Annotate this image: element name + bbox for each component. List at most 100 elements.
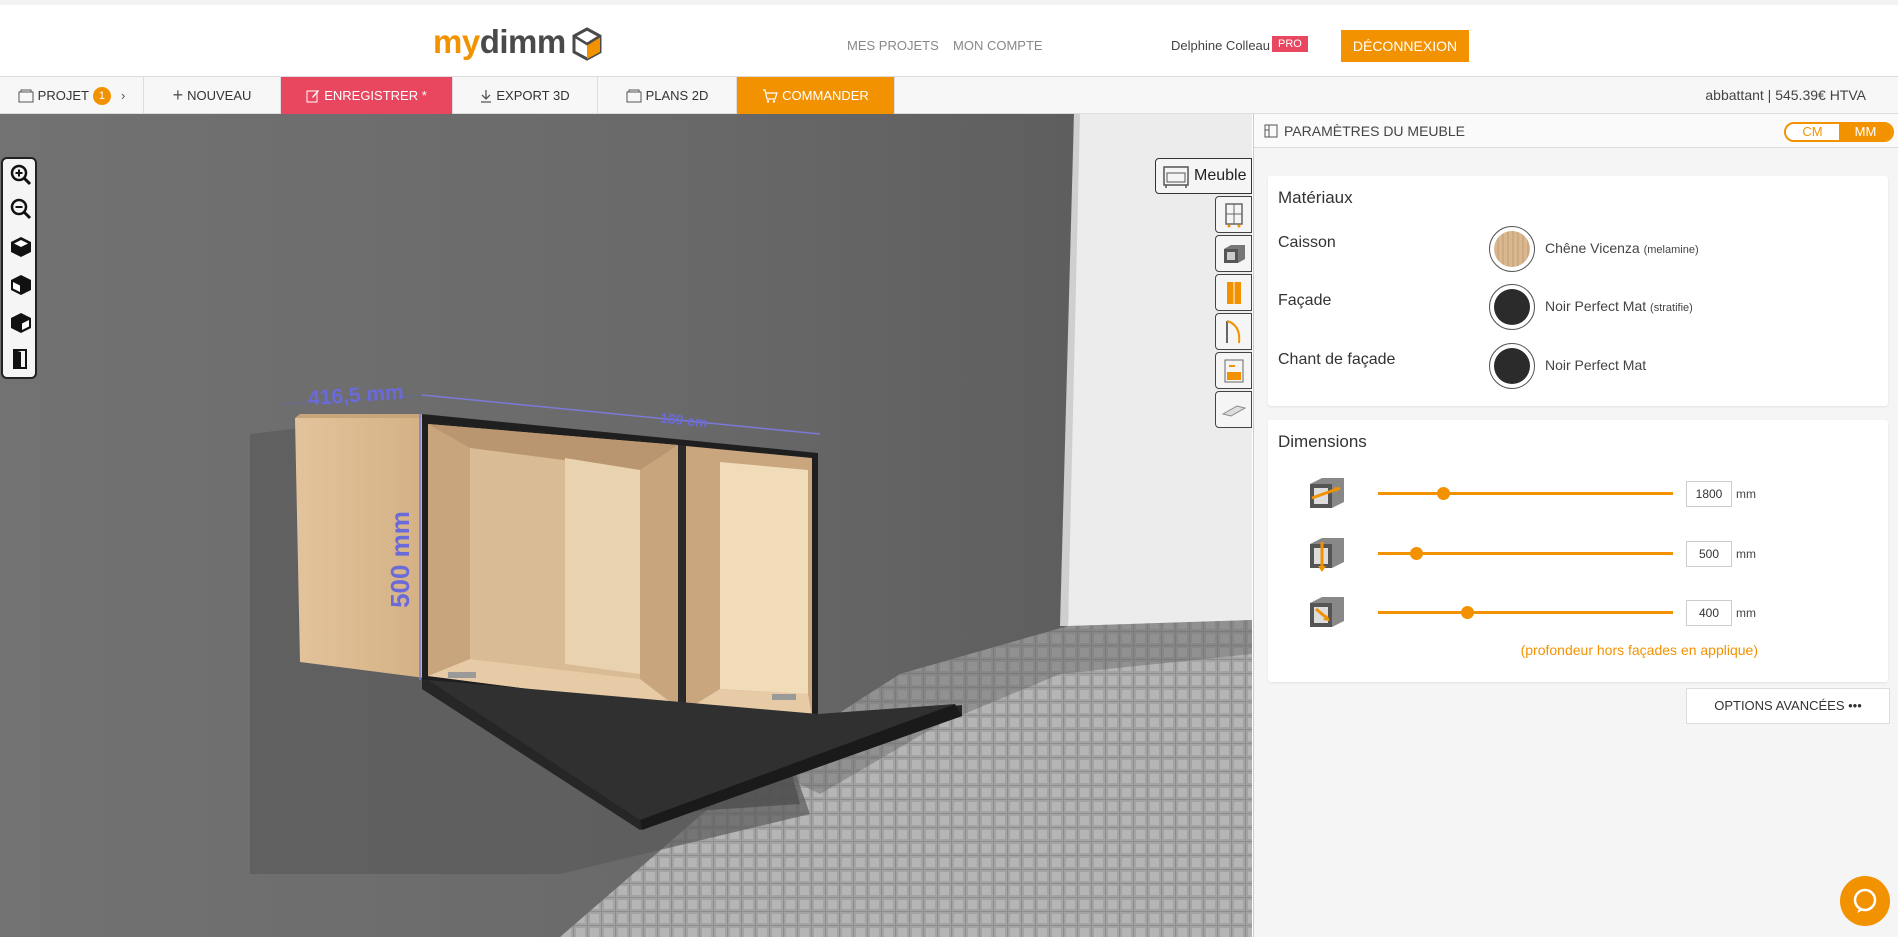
height-input[interactable]: 500: [1686, 541, 1732, 567]
materials-title: Matériaux: [1278, 188, 1353, 207]
dimension-row-depth: 400 mm: [1268, 589, 1888, 639]
chat-support-button[interactable]: [1840, 876, 1890, 926]
swatch-wood: [1494, 231, 1530, 267]
main-toolbar: PROJET 1 › + NOUVEAU ENREGISTRER * EXPOR…: [0, 77, 1898, 114]
zoom-in-button[interactable]: [9, 163, 33, 187]
cube-front-icon: [11, 237, 31, 257]
depth-input[interactable]: 400: [1686, 600, 1732, 626]
material-label: Chant de façade: [1278, 351, 1396, 368]
top-header: mydimm MES PROJETS MON COMPTE Delphine C…: [0, 0, 1898, 77]
cube-top-icon: [11, 275, 31, 295]
chat-icon: [1853, 888, 1877, 913]
furniture-icon: [1163, 166, 1189, 188]
view-front-button[interactable]: [9, 235, 33, 259]
mydimm-logo[interactable]: mydimm: [433, 23, 566, 61]
project-menu[interactable]: PROJET 1 ›: [0, 77, 144, 114]
depth-slider-knob[interactable]: [1460, 606, 1474, 619]
width-input[interactable]: 1800: [1686, 481, 1732, 507]
swatch-black: [1494, 348, 1530, 384]
project-icon: [18, 89, 34, 102]
new-button[interactable]: + NOUVEAU: [144, 77, 281, 114]
width-unit: mm: [1736, 487, 1756, 501]
structure-tool-button[interactable]: [1215, 196, 1252, 233]
panel-title-text: PARAMÈTRES DU MEUBLE: [1284, 123, 1465, 139]
depth-icon: [1310, 597, 1344, 627]
advanced-options-button[interactable]: OPTIONS AVANCÉES •••: [1686, 688, 1890, 724]
plans-2d-label: PLANS 2D: [645, 88, 709, 103]
chevron-right-icon: ›: [120, 88, 126, 103]
shelf-tool-button[interactable]: [1215, 391, 1252, 428]
material-name: Chêne Vicenza (melamine): [1545, 240, 1699, 256]
logout-button[interactable]: DÉCONNEXION: [1341, 30, 1469, 62]
user-name: Delphine Colleau: [1171, 38, 1271, 53]
price-summary: abbattant | 545.39€ HTVA: [1705, 87, 1866, 103]
material-row-chant[interactable]: Chant de façade Noir Perfect Mat: [1268, 343, 1888, 393]
save-label: ENREGISTRER *: [324, 88, 427, 103]
zoom-out-icon: [10, 198, 32, 220]
order-label: COMMANDER: [782, 88, 869, 103]
facade-icon: [1226, 281, 1241, 304]
height-unit: mm: [1736, 547, 1756, 561]
depth-unit: mm: [1736, 606, 1756, 620]
meuble-tab-label: Meuble: [1194, 167, 1247, 184]
view-side-button[interactable]: [9, 311, 33, 335]
caisson-tool-button[interactable]: [1215, 235, 1252, 272]
order-button[interactable]: COMMANDER: [737, 77, 895, 114]
my-projects-link[interactable]: MES PROJETS: [847, 38, 939, 53]
edit-icon: [306, 89, 320, 102]
settings-panel-icon: [1264, 124, 1278, 138]
download-icon: [481, 89, 492, 103]
width-slider[interactable]: [1378, 487, 1673, 500]
interior-icon: [1224, 359, 1243, 382]
depth-slider[interactable]: [1378, 606, 1673, 619]
materials-card: Matériaux Caisson Chêne Vicenza (melamin…: [1268, 176, 1888, 406]
unit-toggle[interactable]: CM MM: [1784, 122, 1894, 142]
3d-viewport[interactable]: 416,5 mm 180 cm 500 mm Meuble: [0, 114, 1252, 937]
material-swatch[interactable]: [1489, 343, 1535, 389]
material-swatch[interactable]: [1489, 226, 1535, 272]
caisson-icon: [1223, 244, 1245, 263]
dimension-label-height: 500 mm: [384, 511, 415, 608]
dimension-row-width: 1800 mm: [1268, 470, 1888, 520]
dimensions-card: Dimensions 1800 mm 500 mm 400 mm (profon…: [1268, 420, 1888, 682]
dimension-row-height: 500 mm: [1268, 530, 1888, 580]
view-top-button[interactable]: [9, 273, 33, 297]
interior-tool-button[interactable]: [1215, 352, 1252, 389]
zoom-in-icon: [10, 164, 32, 186]
opening-icon: [1225, 319, 1240, 343]
material-name: Noir Perfect Mat: [1545, 357, 1647, 373]
depth-note: (profondeur hors façades en applique): [1520, 642, 1758, 658]
save-button[interactable]: ENREGISTRER *: [281, 77, 453, 114]
export-3d-label: EXPORT 3D: [496, 88, 570, 103]
plans-2d-button[interactable]: PLANS 2D: [598, 77, 737, 114]
project-count-badge: 1: [92, 86, 111, 105]
unit-mm-option[interactable]: MM: [1839, 124, 1892, 140]
material-row-caisson[interactable]: Caisson Chêne Vicenza (melamine): [1268, 226, 1888, 276]
meuble-tab[interactable]: Meuble: [1155, 158, 1252, 194]
my-account-link[interactable]: MON COMPTE: [953, 38, 1043, 53]
new-label: NOUVEAU: [187, 88, 252, 103]
material-row-facade[interactable]: Façade Noir Perfect Mat (stratifie): [1268, 284, 1888, 334]
door-icon: [13, 349, 27, 369]
cart-icon: [763, 88, 778, 103]
door-toggle-button[interactable]: [9, 347, 33, 371]
facade-tool-button[interactable]: [1215, 274, 1252, 311]
unit-cm-option[interactable]: CM: [1786, 124, 1839, 140]
material-name: Noir Perfect Mat (stratifie): [1545, 298, 1693, 314]
cube-side-icon: [11, 313, 31, 333]
width-slider-knob[interactable]: [1437, 487, 1450, 500]
dimensions-title: Dimensions: [1278, 432, 1367, 451]
zoom-out-button[interactable]: [9, 197, 33, 221]
logo-cube-icon: [572, 27, 602, 61]
height-slider[interactable]: [1378, 547, 1673, 560]
view-tools: [1, 157, 37, 379]
swatch-black: [1494, 289, 1530, 325]
opening-tool-button[interactable]: [1215, 313, 1252, 350]
export-3d-button[interactable]: EXPORT 3D: [453, 77, 598, 114]
3d-scene[interactable]: [0, 114, 1252, 937]
material-label: Caisson: [1278, 234, 1336, 251]
height-icon: [1310, 538, 1344, 572]
height-slider-knob[interactable]: [1410, 547, 1424, 560]
material-swatch[interactable]: [1489, 284, 1535, 330]
pro-badge: PRO: [1272, 36, 1308, 52]
